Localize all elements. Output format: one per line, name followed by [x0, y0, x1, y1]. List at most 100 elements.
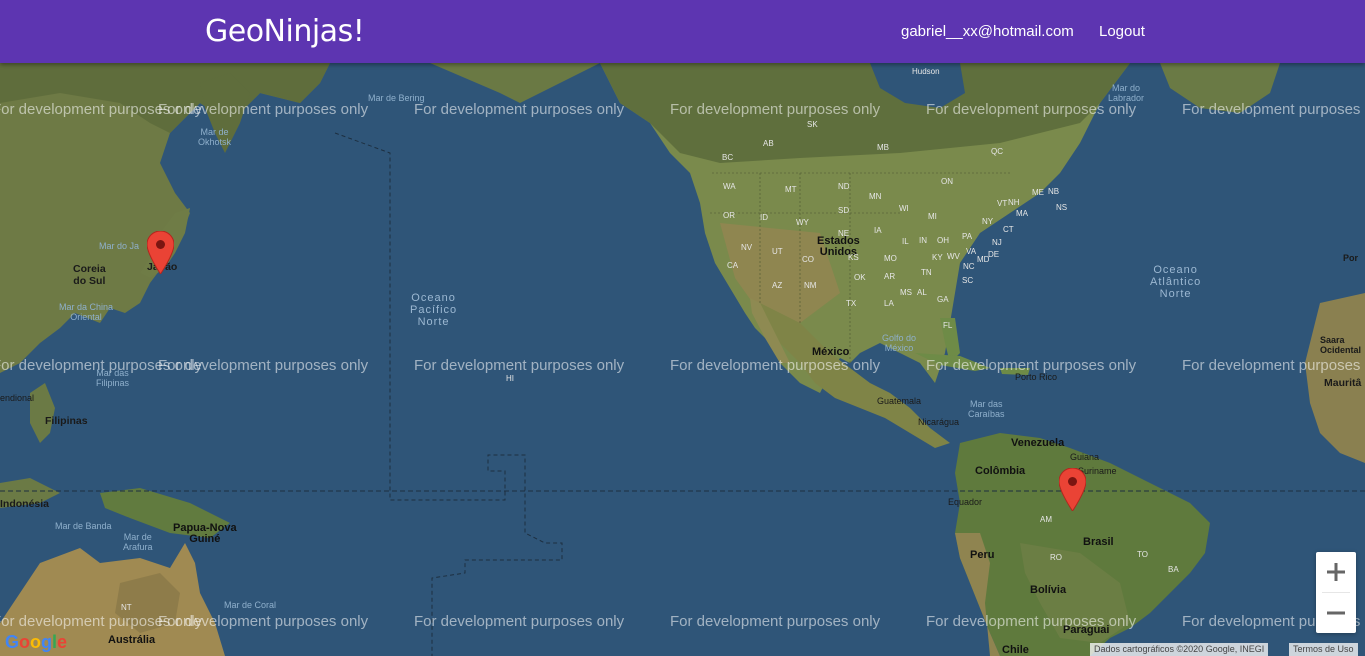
- map-label: Porto Rico: [1015, 372, 1058, 382]
- map-label: SK: [807, 120, 818, 129]
- map-label: Austrália: [108, 634, 156, 646]
- map-label: ND: [838, 182, 850, 191]
- map-label: TN: [921, 268, 932, 277]
- map-label: Hudson: [912, 67, 940, 76]
- map-label: UT: [772, 247, 783, 256]
- dev-watermark: For development purposes only: [158, 101, 369, 118]
- map-label: Mar do Ja: [99, 241, 140, 251]
- map-label: SC: [962, 276, 974, 285]
- map-label: AL: [917, 288, 927, 297]
- map-label: Guatemala: [877, 396, 922, 406]
- map-label: OK: [854, 273, 866, 282]
- map-label: Mar das Caraíbas: [968, 399, 1005, 419]
- map-label: Venezuela: [1011, 437, 1065, 449]
- map-label: MO: [884, 254, 897, 263]
- map-label: OR: [723, 211, 735, 220]
- dev-watermark: For development purposes only: [926, 101, 1137, 118]
- dev-watermark: For development purposes only: [1182, 101, 1365, 118]
- map-label: AB: [763, 139, 774, 148]
- map-label: NV: [741, 243, 753, 252]
- map-label: IL: [902, 237, 909, 246]
- map-label: BC: [722, 153, 734, 162]
- zoom-out-button[interactable]: [1316, 593, 1356, 633]
- map-label: WV: [947, 252, 960, 261]
- map-label: endional: [0, 393, 35, 403]
- map-label: Indonésia: [0, 498, 50, 510]
- map-label: BA: [1168, 565, 1179, 574]
- map-label: Filipinas: [45, 415, 88, 427]
- map-label: TO: [1137, 550, 1148, 559]
- map-label: Mar de Banda: [55, 521, 112, 531]
- map-label: Mauritâ: [1324, 377, 1362, 389]
- map-label: MS: [900, 288, 912, 297]
- map-label: Mar do Labrador: [1108, 83, 1145, 103]
- map-label: RO: [1050, 553, 1062, 562]
- map-label: Brasil: [1083, 536, 1114, 548]
- map-label: SD: [838, 206, 850, 215]
- map-label: Chile: [1002, 644, 1029, 656]
- top-navbar: GeoNinjas! gabriel__xx@hotmail.com Logou…: [0, 0, 1365, 63]
- map-label: anada: [758, 63, 786, 66]
- map-label: KY: [932, 253, 943, 262]
- map-label: NE: [838, 229, 850, 238]
- map-label: MI: [928, 212, 937, 221]
- zoom-control: [1316, 552, 1356, 633]
- map-label: AR: [884, 272, 896, 281]
- map-label: WY: [796, 218, 809, 227]
- map-label: MB: [877, 143, 889, 152]
- map-label: DE: [988, 250, 1000, 259]
- dev-watermark: For development purposes only: [158, 357, 369, 374]
- map-label: Golfo do México: [882, 333, 917, 353]
- map-label: AZ: [772, 281, 783, 290]
- map-label: Guiana: [1070, 452, 1100, 462]
- map-label: CT: [1003, 225, 1014, 234]
- plus-icon: [1327, 563, 1345, 581]
- google-logo[interactable]: Google: [5, 632, 67, 653]
- logout-link[interactable]: Logout: [1099, 23, 1145, 40]
- map-label: MT: [785, 185, 797, 194]
- dev-watermark: For development purposes only: [158, 613, 369, 630]
- map-label: Mar da China Oriental: [59, 302, 114, 322]
- dev-watermark: For development purposes only: [414, 357, 625, 374]
- map-label: Colômbia: [975, 465, 1026, 477]
- map-label: Mar de Okhotsk: [198, 127, 232, 147]
- map-label: Oceano Pacífico Norte: [410, 292, 458, 328]
- dev-watermark: For development purposes only: [670, 357, 881, 374]
- map-label: WA: [723, 182, 736, 191]
- map-label: KS: [848, 253, 859, 262]
- map-label: México: [812, 346, 850, 358]
- map-label: QC: [991, 147, 1003, 156]
- map-label: NJ: [992, 238, 1002, 247]
- map-label: NS: [1056, 203, 1068, 212]
- map-label: NB: [1048, 187, 1060, 196]
- map-label: Papua-Nova Guiné: [173, 522, 237, 545]
- map-label: Bolívia: [1030, 584, 1067, 596]
- map-label: Mar de Arafura: [123, 532, 153, 552]
- map-label: NC: [963, 262, 975, 271]
- map-label: HI: [506, 374, 514, 383]
- location-marker-icon[interactable]: [147, 231, 174, 274]
- zoom-in-button[interactable]: [1316, 552, 1356, 592]
- map-label: MN: [869, 192, 882, 201]
- location-marker-icon[interactable]: [1059, 468, 1086, 511]
- map-label: VT: [997, 199, 1008, 208]
- map-label: ON: [941, 177, 953, 186]
- map-label: NM: [804, 281, 817, 290]
- dev-watermark: For development purposes only: [670, 101, 881, 118]
- map-label: IA: [874, 226, 882, 235]
- dev-watermark: For development purposes only: [670, 613, 881, 630]
- map-label: MA: [1016, 209, 1028, 218]
- map-label: Mar das Filipinas: [96, 368, 130, 388]
- map-label: GA: [937, 295, 949, 304]
- map-label: Coreia do Sul: [73, 263, 106, 287]
- map-label: CA: [727, 261, 739, 270]
- map-label: OH: [937, 236, 949, 245]
- user-email[interactable]: gabriel__xx@hotmail.com: [901, 23, 1074, 40]
- world-map[interactable]: For development purposes only For develo…: [0, 63, 1365, 656]
- dev-watermark: For development purposes only: [414, 101, 625, 118]
- map-label: TX: [846, 299, 857, 308]
- map-label: NT: [121, 603, 132, 612]
- terms-link[interactable]: Termos de Uso: [1289, 643, 1358, 656]
- map-label: PA: [962, 232, 973, 241]
- brand-title[interactable]: GeoNinjas!: [205, 14, 365, 49]
